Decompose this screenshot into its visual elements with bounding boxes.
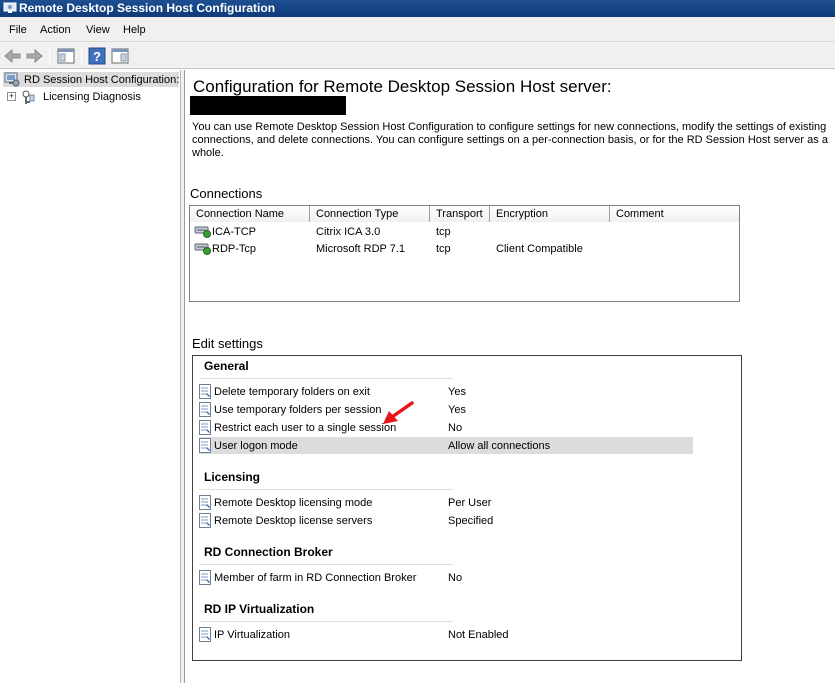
group-rd-ip-virtualization-title: RD IP Virtualization bbox=[204, 602, 315, 616]
menu-view[interactable]: View bbox=[86, 24, 110, 36]
tree-item-licensing-diagnosis[interactable]: + Licensing Diagnosis bbox=[6, 90, 176, 105]
group-divider bbox=[199, 489, 453, 490]
annotation-arrow-icon bbox=[383, 401, 414, 424]
expand-icon[interactable]: + bbox=[7, 92, 16, 101]
setting-value: No bbox=[448, 572, 463, 584]
toolbar-separator bbox=[81, 47, 82, 65]
connection-type: Microsoft RDP 7.1 bbox=[316, 243, 406, 255]
setting-row-selected[interactable]: User logon mode Allow all connections bbox=[199, 437, 693, 454]
setting-row[interactable]: Delete temporary folders on exit Yes bbox=[199, 383, 693, 400]
setting-row[interactable]: Use temporary folders per session Yes bbox=[199, 401, 693, 418]
setting-properties-icon bbox=[199, 627, 211, 642]
group-licensing-title: Licensing bbox=[204, 470, 261, 484]
svg-text:?: ? bbox=[93, 49, 101, 64]
setting-properties-icon bbox=[199, 495, 211, 510]
connection-encryption: Client Compatible bbox=[496, 243, 583, 255]
page-title: Configuration for Remote Desktop Session… bbox=[193, 77, 612, 96]
menu-bar: File Action View Help bbox=[0, 17, 835, 42]
column-header-comment[interactable]: Comment bbox=[610, 206, 739, 222]
setting-value: Per User bbox=[448, 497, 492, 509]
connection-transport: tcp bbox=[436, 243, 451, 255]
setting-value: Specified bbox=[448, 515, 494, 527]
menu-action[interactable]: Action bbox=[40, 24, 71, 36]
setting-row[interactable]: Remote Desktop licensing mode Per User bbox=[199, 494, 693, 511]
menu-file[interactable]: File bbox=[9, 24, 27, 36]
setting-name: Delete temporary folders on exit bbox=[214, 386, 370, 398]
console-tree: RD Session Host Configuration: + Licensi… bbox=[0, 70, 180, 683]
setting-value: Yes bbox=[448, 404, 466, 416]
connection-name: ICA-TCP bbox=[212, 226, 256, 238]
setting-name: Remote Desktop license servers bbox=[214, 515, 373, 527]
show-hide-console-tree-icon[interactable] bbox=[56, 46, 76, 66]
setting-name: Remote Desktop licensing mode bbox=[214, 497, 373, 509]
setting-name: Member of farm in RD Connection Broker bbox=[214, 572, 417, 584]
setting-properties-icon bbox=[199, 570, 211, 585]
group-rd-connection-broker-title: RD Connection Broker bbox=[204, 545, 333, 559]
rd-session-host-icon bbox=[3, 2, 17, 13]
setting-name: User logon mode bbox=[214, 440, 298, 452]
setting-properties-icon bbox=[199, 513, 211, 528]
connections-list[interactable]: Connection Name Connection Type Transpor… bbox=[189, 205, 740, 302]
setting-row[interactable]: Restrict each user to a single session N… bbox=[199, 419, 693, 436]
connection-row[interactable]: ICA-TCP Citrix ICA 3.0 tcp bbox=[190, 223, 739, 240]
edit-settings-panel: General Delete temporary folders on exit… bbox=[192, 355, 742, 661]
network-connection-icon bbox=[194, 226, 211, 238]
connections-list-header: Connection Name Connection Type Transpor… bbox=[190, 206, 739, 222]
setting-row[interactable]: Remote Desktop license servers Specified bbox=[199, 512, 693, 529]
setting-value: Allow all connections bbox=[448, 440, 551, 452]
licensing-diagnosis-icon bbox=[22, 90, 35, 104]
window-title: Remote Desktop Session Host Configuratio… bbox=[19, 1, 276, 15]
toolbar-separator bbox=[49, 47, 50, 65]
group-divider bbox=[199, 378, 453, 379]
edit-settings-heading: Edit settings bbox=[192, 336, 263, 351]
back-icon[interactable] bbox=[3, 46, 23, 66]
connections-heading: Connections bbox=[190, 186, 263, 201]
intro-text: You can use Remote Desktop Session Host … bbox=[192, 121, 828, 159]
tree-item-rd-session-host-configuration[interactable]: RD Session Host Configuration: bbox=[3, 72, 179, 87]
connection-type: Citrix ICA 3.0 bbox=[316, 226, 381, 238]
tree-child-label: Licensing Diagnosis bbox=[43, 91, 141, 103]
show-action-pane-icon[interactable] bbox=[110, 46, 130, 66]
column-header-transport[interactable]: Transport bbox=[430, 206, 490, 222]
connection-name: RDP-Tcp bbox=[212, 243, 257, 255]
network-connection-icon bbox=[194, 243, 211, 255]
main-pane: Configuration for Remote Desktop Session… bbox=[185, 70, 835, 683]
setting-properties-icon bbox=[199, 420, 211, 435]
server-config-icon bbox=[4, 72, 20, 87]
group-divider bbox=[199, 621, 453, 622]
setting-value: Yes bbox=[448, 386, 466, 398]
setting-properties-icon bbox=[199, 402, 211, 417]
column-header-connection-name[interactable]: Connection Name bbox=[190, 206, 310, 222]
column-header-connection-type[interactable]: Connection Type bbox=[310, 206, 430, 222]
column-header-encryption[interactable]: Encryption bbox=[490, 206, 610, 222]
setting-properties-icon bbox=[199, 438, 211, 453]
tree-root-label: RD Session Host Configuration: bbox=[24, 74, 180, 86]
group-divider bbox=[199, 564, 453, 565]
help-icon[interactable]: ? bbox=[87, 46, 107, 66]
setting-name: Restrict each user to a single session bbox=[214, 422, 397, 434]
setting-name: Use temporary folders per session bbox=[214, 404, 382, 416]
toolbar: ? bbox=[0, 42, 835, 69]
setting-name: IP Virtualization bbox=[214, 629, 291, 641]
connection-row[interactable]: RDP-Tcp Microsoft RDP 7.1 tcp Client Com… bbox=[190, 240, 739, 257]
setting-value: No bbox=[448, 422, 463, 434]
connection-transport: tcp bbox=[436, 226, 451, 238]
setting-properties-icon bbox=[199, 384, 211, 399]
menu-help[interactable]: Help bbox=[123, 24, 146, 36]
forward-icon[interactable] bbox=[24, 46, 44, 66]
redacted-server-name bbox=[190, 96, 346, 115]
setting-value: Not Enabled bbox=[448, 629, 509, 641]
setting-row[interactable]: Member of farm in RD Connection Broker N… bbox=[199, 569, 693, 586]
setting-row[interactable]: IP Virtualization Not Enabled bbox=[199, 626, 693, 643]
group-general-title: General bbox=[204, 359, 249, 373]
title-bar[interactable]: Remote Desktop Session Host Configuratio… bbox=[0, 0, 835, 17]
